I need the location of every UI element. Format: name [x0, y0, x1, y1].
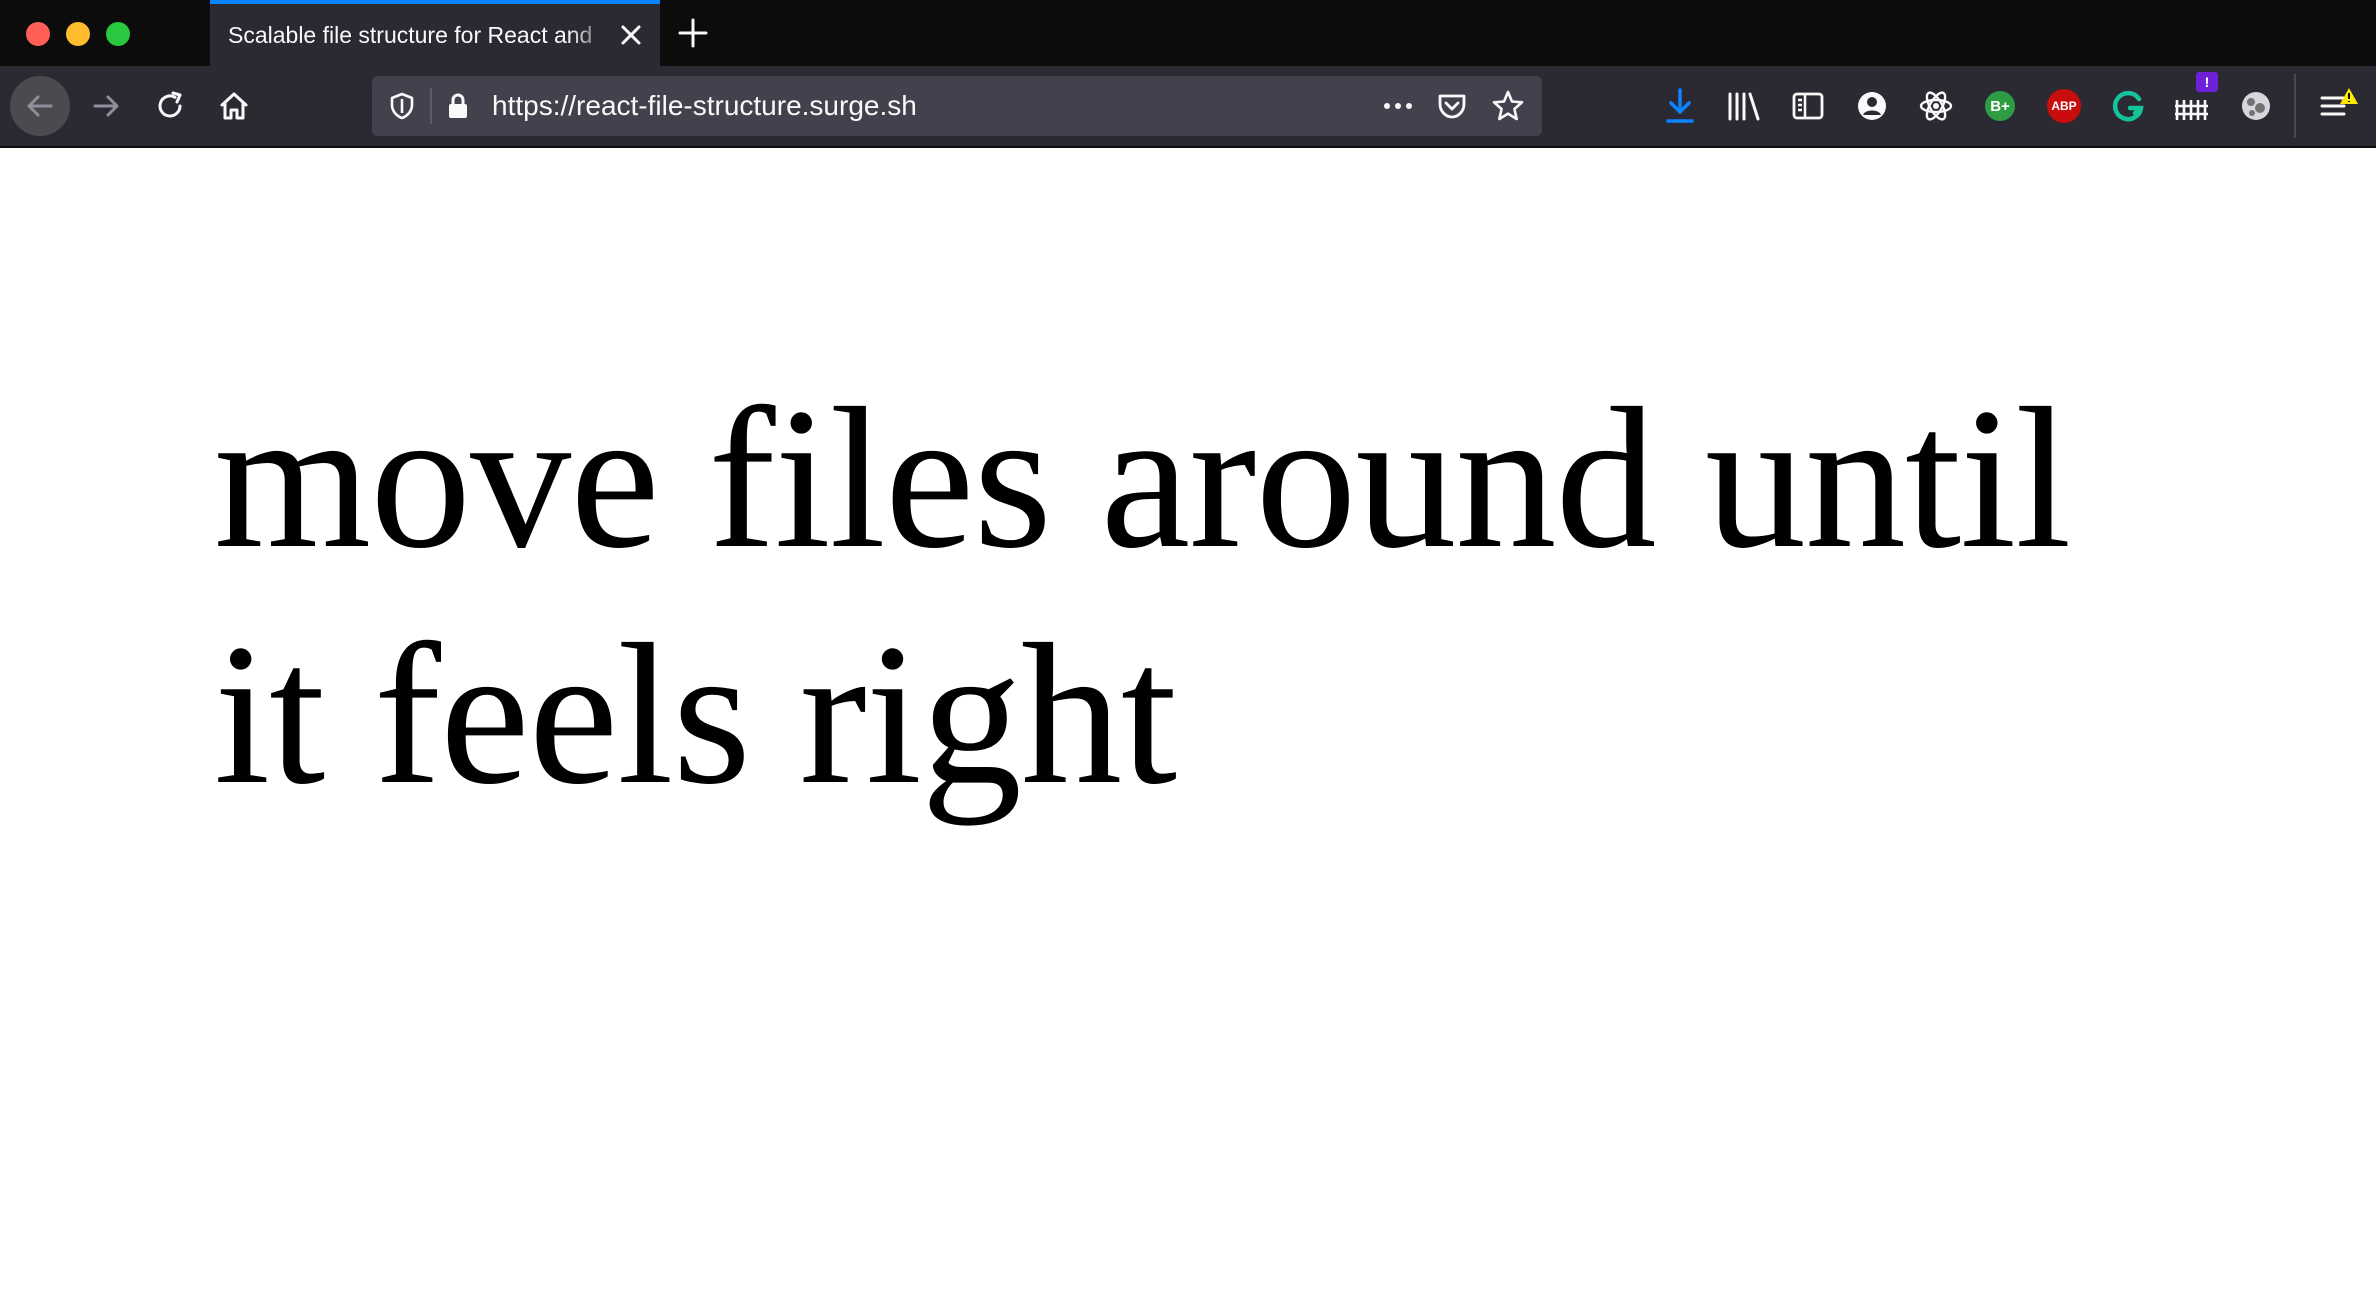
bplus-extension-button[interactable]: B+: [1980, 86, 2020, 126]
library-icon: [1728, 92, 1760, 121]
bplus-extension-icon: B+: [1985, 91, 2015, 121]
react-devtools-button[interactable]: [1916, 86, 1956, 126]
extension-icon: [2175, 100, 2208, 120]
account-button[interactable]: [1852, 86, 1892, 126]
headline-line-1: move files around until: [214, 366, 2071, 590]
browser-chrome: Scalable file structure for React and ht…: [0, 0, 2376, 148]
arrow-right-icon: [93, 95, 119, 117]
bookmark-star-icon[interactable]: [1490, 88, 1526, 124]
url-divider: [430, 88, 432, 124]
url-text[interactable]: https://react-file-structure.surge.sh: [492, 76, 917, 136]
lock-icon[interactable]: [442, 90, 474, 122]
window-close-button[interactable]: [26, 22, 50, 46]
pocket-icon[interactable]: [1434, 88, 1470, 124]
tab-title: Scalable file structure for React and: [228, 22, 593, 48]
tab-active[interactable]: Scalable file structure for React and: [210, 0, 660, 66]
react-devtools-icon: [1919, 91, 1953, 121]
more-actions-icon[interactable]: [1380, 90, 1416, 122]
arrow-left-icon: [27, 95, 53, 117]
headline-line-2: it feels right: [214, 602, 1177, 826]
forward-button[interactable]: [76, 76, 136, 136]
library-button[interactable]: [1724, 86, 1764, 126]
close-icon[interactable]: [616, 20, 646, 50]
grammarly-icon: [2112, 90, 2144, 122]
download-button[interactable]: [1660, 86, 1700, 126]
tab-strip: Scalable file structure for React and: [0, 0, 2376, 66]
notice-badge: !: [2196, 72, 2218, 92]
url-bar[interactable]: https://react-file-structure.surge.sh: [372, 76, 1542, 136]
sidebar-button[interactable]: [1788, 86, 1828, 126]
menu-button[interactable]: [2318, 86, 2358, 126]
window-zoom-button[interactable]: [106, 22, 130, 46]
reload-button[interactable]: [140, 76, 200, 136]
extension-button-2[interactable]: [2236, 86, 2276, 126]
new-tab-button[interactable]: [676, 16, 710, 50]
reload-icon: [158, 91, 182, 118]
page-content: move files around until it feels right: [0, 148, 2376, 1292]
home-icon: [220, 92, 248, 120]
page-headline: move files around until it feels right: [214, 360, 2114, 832]
adblock-plus-button[interactable]: ABP: [2044, 86, 2084, 126]
navigation-toolbar: https://react-file-structure.surge.sh B+…: [0, 66, 2376, 148]
download-icon: [1666, 88, 1694, 123]
menu-icon: [2320, 88, 2358, 116]
toolbar-separator: [2294, 74, 2296, 138]
grammarly-button[interactable]: [2108, 86, 2148, 126]
account-icon: [1858, 92, 1886, 120]
sidebar-icon: [1792, 92, 1824, 120]
window-minimize-button[interactable]: [66, 22, 90, 46]
adblock-plus-icon: ABP: [2047, 89, 2081, 123]
back-button[interactable]: [10, 76, 70, 136]
extension-button[interactable]: !: [2172, 72, 2218, 126]
shield-icon[interactable]: [386, 90, 418, 122]
home-button[interactable]: [204, 76, 264, 136]
extension-icon-2: [2242, 92, 2270, 120]
